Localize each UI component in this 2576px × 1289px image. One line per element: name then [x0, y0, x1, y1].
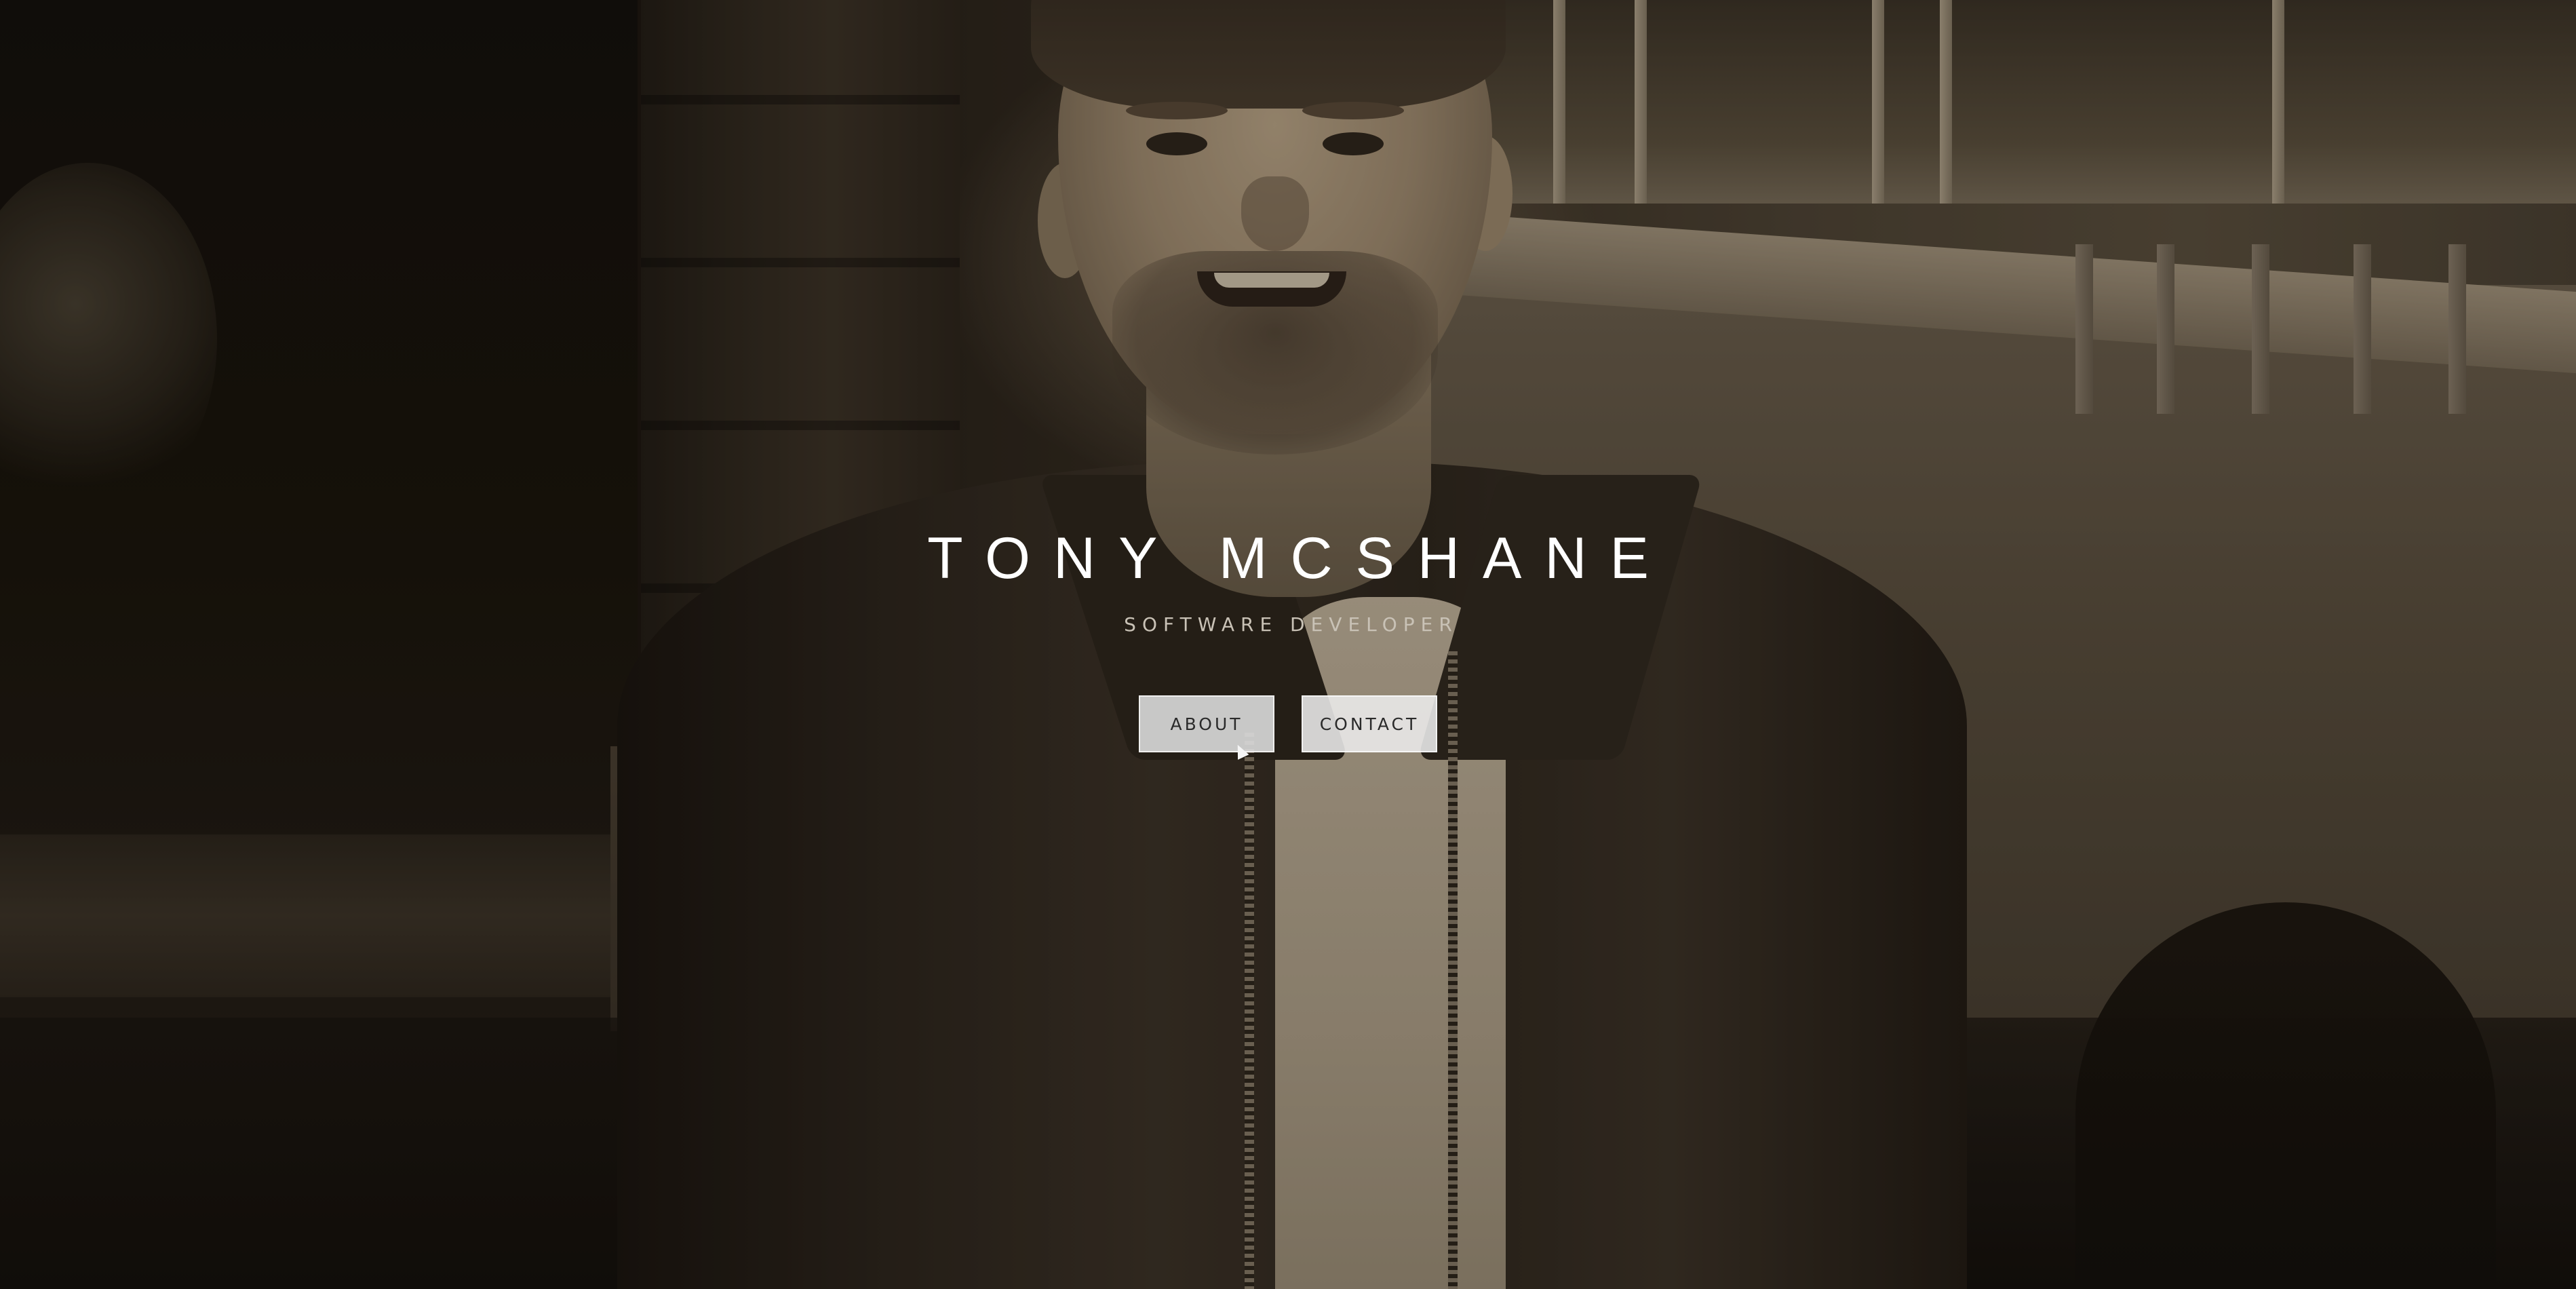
hero-name-title: TONY MCSHANE	[927, 526, 1672, 591]
hero-button-group: ABOUT CONTACT	[0, 695, 2576, 752]
about-button[interactable]: ABOUT	[1139, 695, 1274, 752]
hero-content: TONY MCSHANE SOFTWARE DEVELOPER ABOUT CO…	[0, 529, 2576, 752]
contact-button[interactable]: CONTACT	[1302, 695, 1437, 752]
hero-role-subtitle: SOFTWARE DEVELOPER	[1124, 613, 1458, 636]
hero-section: TONY MCSHANE SOFTWARE DEVELOPER ABOUT CO…	[0, 0, 2576, 1289]
